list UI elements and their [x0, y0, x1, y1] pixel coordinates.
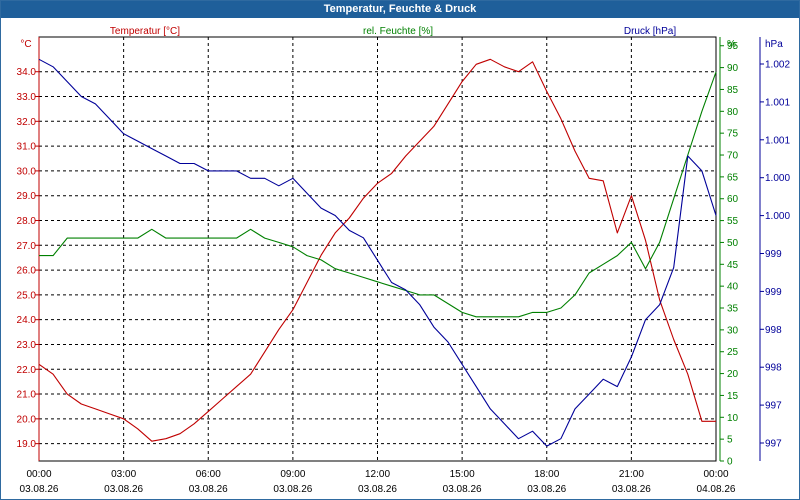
x-tick-date: 03.08.26 — [612, 484, 651, 495]
x-tick-date: 03.08.26 — [443, 484, 482, 495]
hum-tick-label: 55 — [727, 216, 739, 227]
press-tick-label: 998 — [765, 363, 782, 374]
temp-tick-label: 22.0 — [17, 365, 37, 376]
temp-tick-label: 20.0 — [17, 414, 37, 425]
temp-tick-label: 31.0 — [17, 142, 37, 153]
temp-tick-label: 23.0 — [17, 340, 37, 351]
hum-tick-label: 60 — [727, 194, 739, 205]
press-tick-label: 1.002 — [765, 60, 790, 71]
temp-tick-label: 25.0 — [17, 290, 37, 301]
x-tick-time: 03:00 — [111, 469, 136, 480]
temp-tick-label: 33.0 — [17, 92, 37, 103]
x-tick-time: 12:00 — [365, 469, 390, 480]
x-tick-time: 18:00 — [534, 469, 559, 480]
hum-tick-label: 0 — [727, 457, 733, 468]
temp-tick-label: 19.0 — [17, 439, 37, 450]
press-unit-label: hPa — [765, 39, 783, 50]
press-tick-label: 997 — [765, 439, 782, 450]
x-tick-date: 03.08.26 — [20, 484, 59, 495]
hum-tick-label: 10 — [727, 413, 739, 424]
hum-tick-label: 5 — [727, 435, 733, 446]
series-legend: Temperatur [°C] rel. Feuchte [%] Druck [hP… — [110, 26, 676, 37]
legend-hum: rel. Feuchte [%] — [363, 26, 433, 37]
x-tick-date: 03.08.26 — [104, 484, 143, 495]
legend-press: Druck [hPa] — [624, 26, 676, 37]
hum-tick-label: 30 — [727, 325, 739, 336]
hum-tick-label: 75 — [727, 129, 739, 140]
grid-lines — [38, 36, 717, 462]
hum-tick-label: 40 — [727, 282, 739, 293]
hum-tick-label: 45 — [727, 260, 739, 271]
x-tick-date: 03.08.26 — [358, 484, 397, 495]
x-tick-date: 03.08.26 — [189, 484, 228, 495]
hum-tick-label: 20 — [727, 369, 739, 380]
hum-tick-label: 90 — [727, 63, 739, 74]
chart-canvas: 00:00 03.08.26 03:00 03.08.26 06:00 03.08.26 0… — [17, 26, 791, 495]
temp-tick-label: 29.0 — [17, 191, 37, 202]
legend-temp: Temperatur [°C] — [110, 26, 180, 37]
press-tick-label: 1.001 — [765, 97, 790, 108]
hum-tick-label: 85 — [727, 85, 739, 96]
temp-tick-label: 32.0 — [17, 117, 37, 128]
x-tick-date: 03.08.26 — [273, 484, 312, 495]
hum-tick-label: 50 — [727, 238, 739, 249]
press-tick-label: 998 — [765, 325, 782, 336]
temp-tick-label: 24.0 — [17, 315, 37, 326]
x-tick-time: 00:00 — [26, 469, 51, 480]
x-tick-time: 09:00 — [280, 469, 305, 480]
temp-tick-label: 21.0 — [17, 390, 37, 401]
temp-tick-label: 34.0 — [17, 67, 37, 78]
hum-tick-label: 35 — [727, 304, 739, 315]
temp-tick-label: 28.0 — [17, 216, 37, 227]
press-tick-label: 997 — [765, 401, 782, 412]
press-tick-label: 999 — [765, 287, 782, 298]
temp-tick-label: 30.0 — [17, 166, 37, 177]
hum-tick-label: 70 — [727, 151, 739, 162]
hum-tick-label: 15 — [727, 391, 739, 402]
temp-tick-label: 27.0 — [17, 241, 37, 252]
hum-tick-label: 80 — [727, 107, 739, 118]
x-tick-time: 00:00 — [703, 469, 728, 480]
hum-tick-label: 25 — [727, 347, 739, 358]
x-tick-date: 03.08.26 — [527, 484, 566, 495]
x-tick-time: 21:00 — [619, 469, 644, 480]
x-tick-time: 06:00 — [196, 469, 221, 480]
temp-tick-label: 26.0 — [17, 266, 37, 277]
temp-unit-label: °C — [20, 39, 31, 50]
press-tick-label: 1.000 — [765, 211, 790, 222]
x-tick-date: 04.08.26 — [697, 484, 736, 495]
press-tick-label: 1.001 — [765, 135, 790, 146]
hum-tick-label: 65 — [727, 172, 739, 183]
press-tick-label: 1.000 — [765, 173, 790, 184]
x-tick-time: 15:00 — [450, 469, 475, 480]
press-tick-label: 999 — [765, 249, 782, 260]
hum-unit-label: % — [727, 39, 736, 50]
